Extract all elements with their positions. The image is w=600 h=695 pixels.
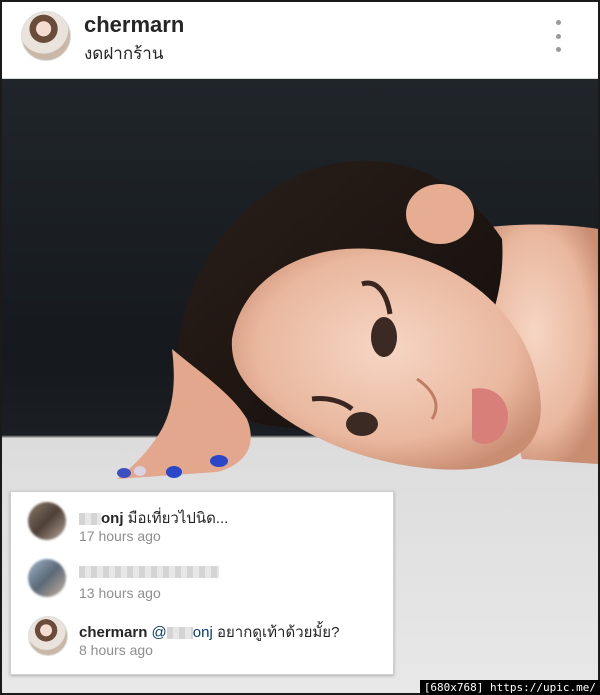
nail-shape <box>210 455 228 467</box>
username[interactable]: chermarn <box>84 12 184 38</box>
comment-body: อยากดูเท้าด้วยมั้ย? <box>212 624 340 641</box>
comment-row: onj มือเที่ยวไปนิด... 17 hours ago <box>11 498 393 556</box>
watermark: [680x768] https://upic.me/ <box>419 680 600 695</box>
post-frame: chermarn งดฝากร้าน onj มือเที่ยวไปนิด...… <box>2 2 598 693</box>
comment-time: 8 hours ago <box>79 642 153 658</box>
more-vertical-icon[interactable] <box>550 20 566 52</box>
profile-avatar[interactable] <box>21 11 71 61</box>
commenter-avatar[interactable] <box>28 559 66 597</box>
nail-shape <box>166 466 182 478</box>
comment-body: มือเที่ยวไปนิด... <box>123 510 229 527</box>
post-photo[interactable]: onj มือเที่ยวไปนิด... 17 hours ago 13 ho… <box>2 79 598 693</box>
comment-text <box>79 563 219 580</box>
comment-mention[interactable]: @ onj <box>152 624 213 641</box>
nail-shape <box>134 466 146 476</box>
comment-text: onj มือเที่ยวไปนิด... <box>79 506 228 530</box>
eye-shape <box>346 412 378 436</box>
comment-row: 13 hours ago <box>11 555 393 613</box>
comment-username[interactable]: onj <box>101 510 124 527</box>
nail-shape <box>117 468 131 478</box>
location-label[interactable]: งดฝากร้าน <box>84 40 163 67</box>
commenter-avatar[interactable] <box>28 502 66 540</box>
ear-shape <box>406 184 474 244</box>
comment-time: 17 hours ago <box>79 528 161 544</box>
post-header: chermarn งดฝากร้าน <box>2 2 598 79</box>
redacted-comment <box>79 566 219 579</box>
comment-text: chermarn @ onj อยากดูเท้าด้วยมั้ย? <box>79 620 339 644</box>
comment-time: 13 hours ago <box>79 585 161 601</box>
eye-shape <box>371 317 397 357</box>
comment-row: chermarn @ onj อยากดูเท้าด้วยมั้ย? 8 hour… <box>11 612 393 670</box>
redacted-username <box>79 513 101 526</box>
comments-panel: onj มือเที่ยวไปนิด... 17 hours ago 13 ho… <box>10 491 394 675</box>
commenter-avatar[interactable] <box>28 616 68 656</box>
comment-username[interactable]: chermarn <box>79 624 147 641</box>
